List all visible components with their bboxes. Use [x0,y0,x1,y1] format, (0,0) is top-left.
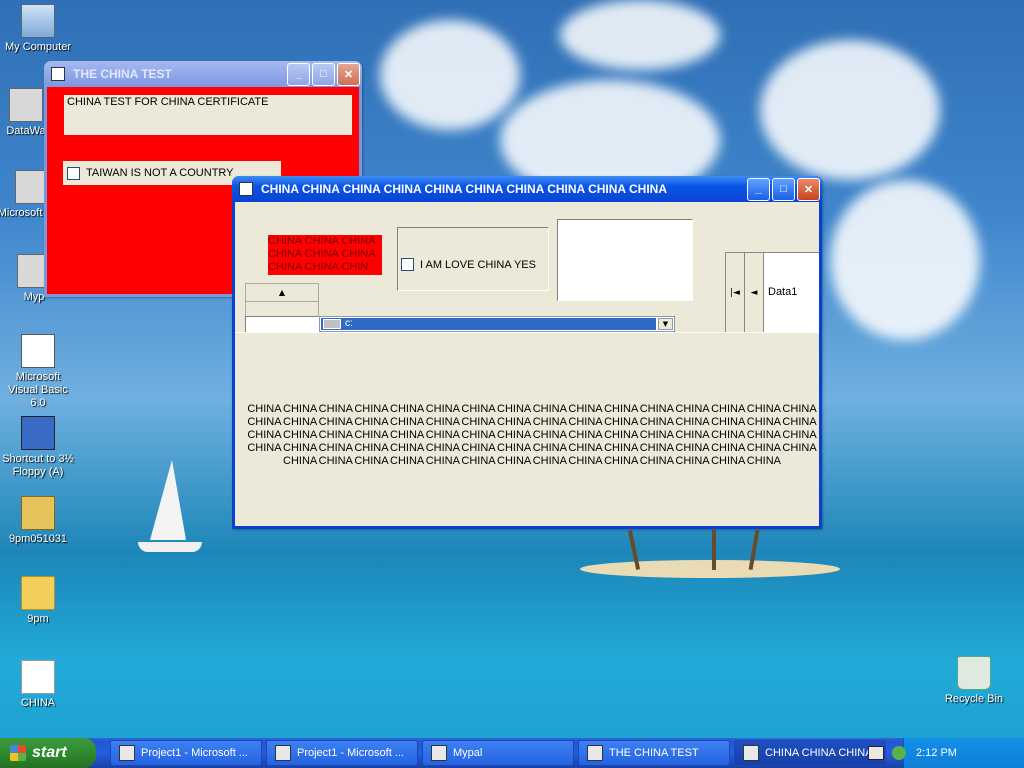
windows-logo-icon [10,745,26,761]
close-button[interactable]: ✕ [797,177,820,201]
palm-tree [712,530,716,570]
minimize-button[interactable]: _ [287,62,310,86]
text-box[interactable] [557,219,693,301]
checkbox-label: I AM LOVE CHINA YES [420,258,536,271]
taskbar-item-label: Project1 - Microsoft ... [297,747,404,759]
start-button[interactable]: start [0,738,96,768]
island [580,560,840,578]
checkbox-box[interactable] [401,258,414,271]
taskbar-item-project1-b[interactable]: Project1 - Microsoft ... [266,740,418,766]
floppy-drive-icon [21,416,55,450]
spin-down-button[interactable] [245,301,319,317]
maximize-button[interactable]: □ [772,177,795,201]
network-icon[interactable] [892,746,906,760]
desktop-icon-visual-basic[interactable]: Microsoft Visual Basic 6.0 [0,334,76,410]
taskbar-item-label: Mypal [453,747,483,759]
drive-combo-selection: c: [321,318,656,330]
zip-folder-icon [21,496,55,530]
sailboat-hull [138,542,202,552]
cloud [560,0,720,70]
cloud [830,180,980,340]
desktop-icon-9pm051031[interactable]: 9pm051031 [0,496,76,546]
taskbar-item-china-test[interactable]: THE CHINA TEST [578,740,730,766]
chevron-down-icon[interactable]: ▼ [658,318,673,330]
close-button[interactable]: ✕ [337,62,360,86]
checkbox-label: TAIWAN IS NOT A COUNTRY [86,167,234,179]
bottom-panel: CHINA CHINA CHINA CHINA CHINA CHINA CHIN… [235,332,819,526]
taskbar: start Project1 - Microsoft ... Project1 … [0,738,1024,768]
recycle-bin-icon [957,656,991,690]
taskbar-item-label: THE CHINA TEST [609,747,699,759]
app-shortcut-icon [9,88,43,122]
desktop-icon-label: Recycle Bin [944,693,1004,705]
window-icon [51,67,65,81]
taskbar-item-label: Project1 - Microsoft ... [141,747,248,759]
drive-combo[interactable]: c: ▼ [319,316,675,332]
title-bar[interactable]: CHINA CHINA CHINA CHINA CHINA CHINA CHIN… [232,176,822,202]
spin-up-button[interactable]: ▲ [245,283,319,302]
start-label: start [32,744,67,761]
desktop-icon-label: My Computer [4,41,72,53]
desktop-icon-label: Microsoft Visual Basic 6.0 [8,371,68,409]
sailboat-sail [150,460,186,540]
file-icon [21,660,55,694]
taskbar-item-project1-a[interactable]: Project1 - Microsoft ... [110,740,262,766]
desktop-icon-label: CHINA [20,697,56,709]
cloud [380,20,520,130]
window-client-area: CHINA CHINA CHINA CHINA CHINA CHINA CHIN… [235,202,819,526]
visual-basic-icon [275,745,291,761]
data-control[interactable]: |◄ ◄ Data1 [725,252,819,334]
desktop-icon-floppy[interactable]: Shortcut to 3½ Floppy (A) [0,416,76,479]
visual-basic-icon [119,745,135,761]
love-china-checkbox[interactable]: I AM LOVE CHINA YES [401,258,536,271]
desktop-icon-my-computer[interactable]: My Computer [0,4,76,54]
window-icon [743,745,759,761]
desktop-icon-china[interactable]: CHINA [0,660,76,710]
clock[interactable]: 2:12 PM [916,747,957,759]
taskbar-item-label: CHINA CHINA CHINA... [765,747,882,759]
desktop-icon-label: 9pm [27,613,49,625]
previous-record-button[interactable]: ◄ [745,253,764,333]
drive-combo-value: c: [345,318,353,329]
desktop-icon-label: Shortcut to 3½ Floppy (A) [2,453,74,478]
mypal-icon [431,745,447,761]
window-icon [239,182,253,196]
computer-icon [21,4,55,38]
maximize-button[interactable]: □ [312,62,335,86]
minimize-button[interactable]: _ [747,177,770,201]
china-red-label: CHINA CHINA CHINA CHINA CHINA CHINA CHIN… [268,235,382,275]
drive-icon [323,319,341,329]
visual-basic-icon [21,334,55,368]
system-tray: 2:12 PM [868,738,1024,768]
checkbox-box[interactable] [67,166,80,180]
taskbar-item-china-main[interactable]: CHINA CHINA CHINA... [734,740,886,766]
desktop-icon-9pm[interactable]: 9pm [0,576,76,626]
desktop-icon-recycle-bin[interactable]: Recycle Bin [936,656,1012,706]
keyboard-icon[interactable] [868,746,884,760]
first-record-button[interactable]: |◄ [726,253,745,333]
window-icon [587,745,603,761]
desktop-icon-label: 9pm051031 [8,533,68,545]
taskbar-item-mypal[interactable]: Mypal [422,740,574,766]
window-title: THE CHINA TEST [73,67,172,81]
data-control-caption: Data1 [768,286,798,298]
window-title: CHINA CHINA CHINA CHINA CHINA CHINA CHIN… [261,182,667,196]
title-bar[interactable]: THE CHINA TEST _ □ ✕ [44,61,362,87]
cloud [760,40,940,180]
folder-icon [21,576,55,610]
certificate-label: CHINA TEST FOR CHINA CERTIFICATE [64,95,352,135]
window-china-main[interactable]: CHINA CHINA CHINA CHINA CHINA CHINA CHIN… [232,176,822,529]
big-china-label: CHINA CHINA CHINA CHINA CHINA CHINA CHIN… [247,403,817,467]
